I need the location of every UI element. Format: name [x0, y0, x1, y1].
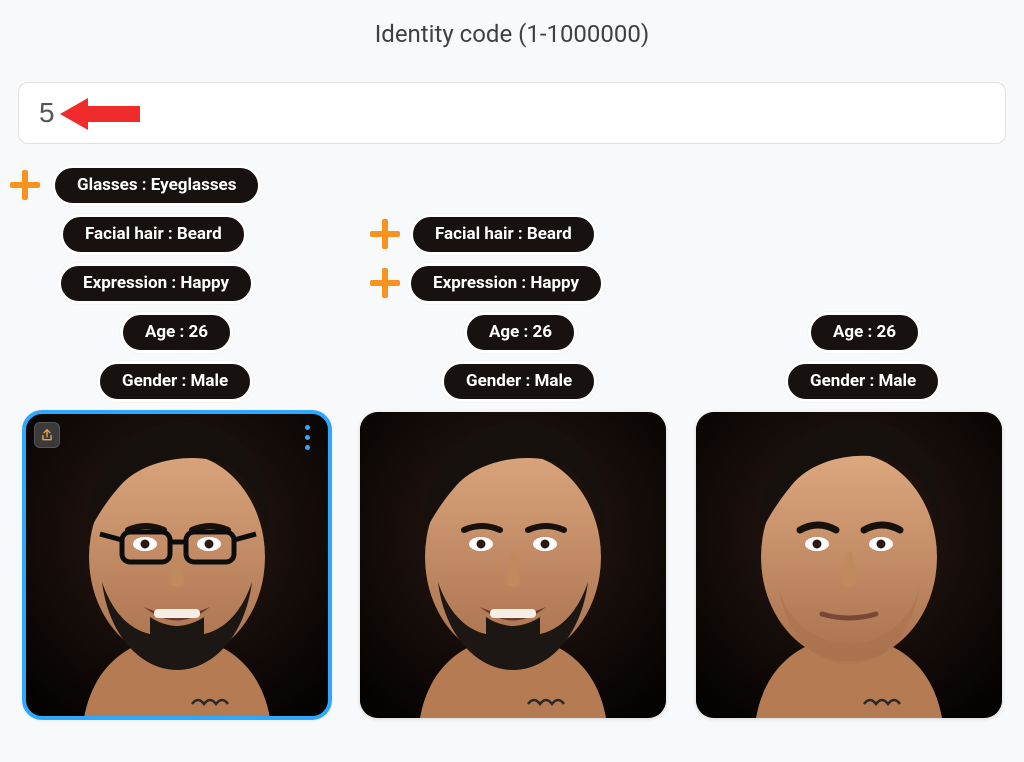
- attribute-pill-facial-hair[interactable]: Facial hair : Beard: [60, 214, 247, 255]
- identity-code-input[interactable]: [18, 82, 1006, 144]
- portrait-image: [696, 412, 1002, 718]
- attribute-pill-expression[interactable]: Expression : Happy: [408, 263, 604, 304]
- attribute-pill-gender[interactable]: Gender : Male: [441, 361, 597, 402]
- attribute-pill-glasses[interactable]: Glasses : Eyeglasses: [52, 165, 261, 206]
- identity-code-label: Identity code (1-1000000): [0, 20, 1024, 48]
- share-button[interactable]: [34, 422, 60, 448]
- result-thumbnail[interactable]: [24, 412, 330, 718]
- attribute-pill-age[interactable]: Age : 26: [808, 312, 921, 353]
- attribute-pill-facial-hair[interactable]: Facial hair : Beard: [410, 214, 597, 255]
- attribute-pill-expression[interactable]: Expression : Happy: [58, 263, 254, 304]
- portrait-image: [24, 412, 330, 718]
- attribute-pill-age[interactable]: Age : 26: [464, 312, 577, 353]
- result-thumbnail[interactable]: [360, 412, 666, 718]
- plus-icon: [10, 170, 40, 200]
- attribute-pill-gender[interactable]: Gender : Male: [785, 361, 941, 402]
- portrait-image: [360, 412, 666, 718]
- plus-icon: [370, 219, 400, 249]
- thumbnail-menu-button[interactable]: [298, 422, 316, 452]
- result-thumbnail[interactable]: [696, 412, 1002, 718]
- attribute-pill-age[interactable]: Age : 26: [120, 312, 233, 353]
- share-icon: [40, 428, 54, 442]
- attribute-pill-gender[interactable]: Gender : Male: [97, 361, 253, 402]
- plus-icon: [370, 268, 400, 298]
